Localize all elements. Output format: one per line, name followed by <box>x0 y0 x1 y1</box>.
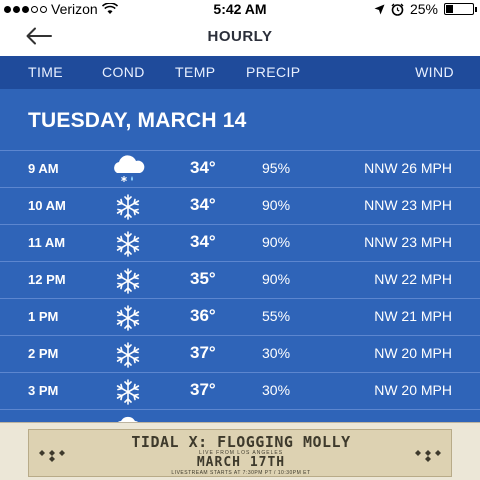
hour-time: 3 PM <box>28 383 59 398</box>
hour-row: 9 AM 34° 95% NNW 26 MPH <box>0 150 480 187</box>
column-header-row: TIME COND TEMP PRECIP WIND <box>0 56 480 89</box>
hour-temp: 36° <box>190 306 216 325</box>
hour-time: 1 PM <box>28 309 59 324</box>
column-header-time: TIME <box>28 64 64 80</box>
ad-date: MARCH 17TH <box>196 455 286 470</box>
hour-precip: 90% <box>262 234 291 250</box>
hour-time: 12 PM <box>28 272 66 287</box>
snowflake-icon <box>116 379 140 405</box>
ad-headline: TIDAL X: FLOGGING MOLLY <box>131 433 351 451</box>
snowflake-icon <box>116 194 140 220</box>
hour-row: 11 AM 34° 90% NNW 23 MPH <box>0 224 480 261</box>
page-title: HOURLY <box>207 28 273 45</box>
date-section-header: TUESDAY, MARCH 14 <box>0 89 480 151</box>
snowflake-icon <box>116 268 140 294</box>
battery-percent: 25% <box>409 1 438 17</box>
hour-precip: 30% <box>262 382 291 398</box>
hour-precip: 90% <box>262 197 291 213</box>
hour-precip: 90% <box>262 271 291 287</box>
hour-temp: 37° <box>190 343 216 362</box>
snowflake-icon <box>116 231 140 257</box>
hour-temp: 37° <box>190 380 216 399</box>
hour-temp: 35° <box>190 269 216 288</box>
hour-row: 2 PM 37° 30% NW 20 MPH <box>0 335 480 372</box>
app-header: HOURLY <box>0 18 480 56</box>
date-label: TUESDAY, MARCH 14 <box>28 109 247 132</box>
hour-wind: NNW 26 MPH <box>364 160 452 176</box>
status-bar: Verizon 5:42 AM 25% <box>0 0 480 18</box>
ad-banner[interactable]: TIDAL X: FLOGGING MOLLY LIVE FROM LOS AN… <box>0 422 480 480</box>
hour-wind: NW 22 MPH <box>374 271 452 287</box>
hour-time: 9 AM <box>28 161 59 176</box>
hour-precip: 95% <box>262 160 291 176</box>
hour-wind: NNW 23 MPH <box>364 234 452 250</box>
snowflake-icon <box>116 305 140 331</box>
hour-temp: 34° <box>190 158 216 177</box>
hour-wind: NNW 23 MPH <box>364 197 452 213</box>
hourly-list[interactable]: 9 AM 34° 95% NNW 26 MPH 10 AM 34° 90% NN… <box>0 150 480 430</box>
ad-creative[interactable]: TIDAL X: FLOGGING MOLLY LIVE FROM LOS AN… <box>28 429 452 477</box>
snowflake-icon <box>116 342 140 368</box>
alarm-icon <box>391 3 404 16</box>
hour-time: 10 AM <box>28 198 66 213</box>
hour-precip: 55% <box>262 308 291 324</box>
hour-time: 11 AM <box>28 235 66 250</box>
column-header-wind: WIND <box>415 64 454 80</box>
status-right: 25% <box>374 1 477 17</box>
ad-tagline: LIVESTREAM STARTS AT 7:30PM PT / 10:30PM… <box>171 470 311 476</box>
hour-temp: 34° <box>190 195 216 214</box>
snow-cloud-icon <box>114 155 145 182</box>
hour-temp: 34° <box>190 232 216 251</box>
hour-wind: NW 20 MPH <box>374 382 452 398</box>
hour-precip: 30% <box>262 345 291 361</box>
hour-wind: NW 20 MPH <box>374 345 452 361</box>
hour-wind: NW 21 MPH <box>374 308 452 324</box>
column-header-temp: TEMP <box>175 64 216 80</box>
location-arrow-icon <box>374 4 385 14</box>
hour-row: 12 PM 35° 90% NW 22 MPH <box>0 261 480 298</box>
hour-time: 2 PM <box>28 346 59 361</box>
hour-row: 1 PM 36° 55% NW 21 MPH <box>0 298 480 335</box>
hour-row: 3 PM 37° 30% NW 20 MPH <box>0 372 480 409</box>
column-header-precip: PRECIP <box>246 64 301 80</box>
hour-row: 10 AM 34° 90% NNW 23 MPH <box>0 187 480 224</box>
column-header-cond: COND <box>102 64 145 80</box>
tidal-logo-icon <box>415 450 441 462</box>
battery-icon <box>444 3 477 15</box>
